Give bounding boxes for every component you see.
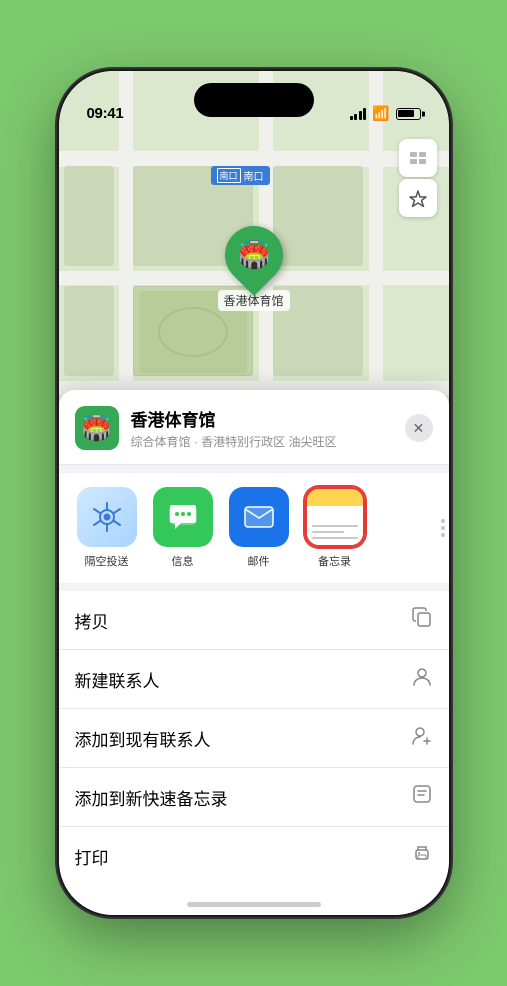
more-indicator — [419, 473, 449, 583]
phone-screen: 09:41 📶 — [59, 71, 449, 915]
print-icon — [411, 842, 433, 870]
notes-label: 备忘录 — [318, 553, 351, 569]
action-new-contact[interactable]: 新建联系人 — [59, 650, 449, 709]
airdrop-label: 隔空投送 — [85, 553, 129, 569]
action-print-label: 打印 — [75, 844, 109, 869]
status-icons: 📶 — [350, 105, 421, 122]
notes-icon-wrap — [305, 487, 365, 547]
pin-marker: 🏟️ — [212, 214, 294, 296]
share-row: 隔空投送 信息 — [59, 473, 449, 583]
dynamic-island — [194, 83, 314, 117]
home-indicator — [187, 902, 321, 907]
person-icon — [411, 665, 433, 693]
action-print[interactable]: 打印 — [59, 827, 449, 885]
action-new-contact-label: 新建联系人 — [75, 667, 160, 692]
status-time: 09:41 — [87, 105, 124, 122]
action-copy-label: 拷贝 — [75, 608, 109, 633]
phone-frame: 09:41 📶 — [59, 71, 449, 915]
pin-icon: 🏟️ — [237, 240, 269, 271]
messages-label: 信息 — [172, 553, 194, 569]
share-item-messages[interactable]: 信息 — [147, 487, 219, 569]
share-item-airdrop[interactable]: 隔空投送 — [71, 487, 143, 569]
place-icon: 🏟️ — [75, 406, 119, 450]
mail-label: 邮件 — [248, 553, 270, 569]
wifi-icon: 📶 — [372, 105, 389, 122]
place-info: 香港体育馆 综合体育馆 · 香港特别行政区 油尖旺区 — [131, 406, 393, 450]
location-pin: 🏟️ 香港体育馆 — [217, 226, 289, 311]
battery-icon — [396, 108, 421, 120]
messages-icon-wrap — [153, 487, 213, 547]
person-add-icon — [411, 724, 433, 752]
action-add-contact-label: 添加到现有联系人 — [75, 726, 211, 751]
signal-icon — [350, 108, 367, 120]
airdrop-icon-wrap — [77, 487, 137, 547]
copy-icon — [411, 606, 433, 634]
place-name: 香港体育馆 — [131, 406, 393, 431]
place-subtitle: 综合体育馆 · 香港特别行政区 油尖旺区 — [131, 433, 393, 450]
map-controls — [399, 139, 437, 217]
action-copy[interactable]: 拷贝 — [59, 591, 449, 650]
map-label-nk: 南口 南口 — [211, 166, 270, 185]
place-header: 🏟️ 香港体育馆 综合体育馆 · 香港特别行政区 油尖旺区 ✕ — [59, 390, 449, 465]
note-icon — [411, 783, 433, 811]
share-items: 隔空投送 信息 — [59, 487, 383, 569]
mail-icon-wrap — [229, 487, 289, 547]
action-quick-note[interactable]: 添加到新快速备忘录 — [59, 768, 449, 827]
action-quick-note-label: 添加到新快速备忘录 — [75, 785, 228, 810]
bottom-sheet: 🏟️ 香港体育馆 综合体育馆 · 香港特别行政区 油尖旺区 ✕ — [59, 390, 449, 915]
action-add-contact[interactable]: 添加到现有联系人 — [59, 709, 449, 768]
location-button[interactable] — [399, 179, 437, 217]
share-item-mail[interactable]: 邮件 — [223, 487, 295, 569]
more-dots — [441, 519, 445, 537]
share-item-notes[interactable]: 备忘录 — [299, 487, 371, 569]
action-list: 拷贝 新建联系人 — [59, 591, 449, 885]
home-indicator-area — [59, 885, 449, 915]
close-button[interactable]: ✕ — [405, 414, 433, 442]
map-type-button[interactable] — [399, 139, 437, 177]
